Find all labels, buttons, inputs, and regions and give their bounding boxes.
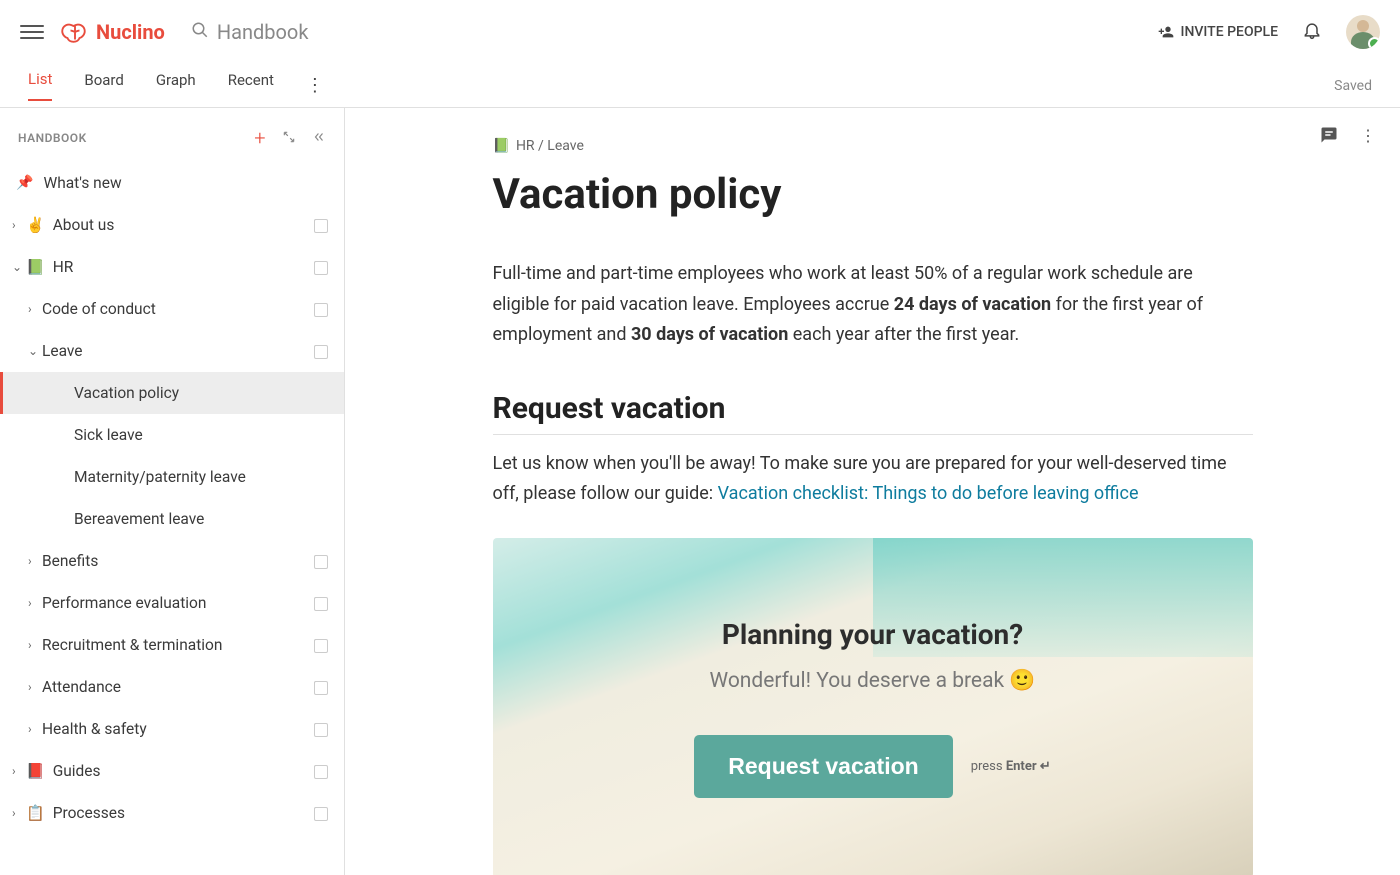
invite-people-button[interactable]: INVITE PEOPLE <box>1158 24 1278 40</box>
stack-icon <box>314 597 326 609</box>
tab-recent[interactable]: Recent <box>228 71 274 100</box>
app-name: Nuclino <box>96 20 165 44</box>
intro-paragraph[interactable]: Full-time and part-time employees who wo… <box>493 259 1253 351</box>
chevron-icon: › <box>12 806 24 820</box>
chevron-icon: › <box>28 722 40 736</box>
sidebar-item-guides[interactable]: ›📕Guides <box>0 750 344 792</box>
more-actions-icon[interactable]: ⋮ <box>1360 126 1376 148</box>
breadcrumb[interactable]: 📗 HR / Leave <box>493 138 1253 154</box>
sidebar: HANDBOOK + 📌What's new›✌️About us⌄📗HR›Co… <box>0 108 345 875</box>
sidebar-item-vacation-policy[interactable]: Vacation policy <box>0 372 344 414</box>
sidebar-item-bereavement-leave[interactable]: Bereavement leave <box>0 498 344 540</box>
tab-more-icon[interactable]: ⋮ <box>306 75 324 96</box>
section-request-vacation[interactable]: Request vacation <box>493 391 1253 435</box>
stack-icon <box>314 303 326 315</box>
sidebar-item-maternity-paternity-leave[interactable]: Maternity/paternity leave <box>0 456 344 498</box>
sidebar-item-attendance[interactable]: ›Attendance <box>0 666 344 708</box>
stack-icon <box>314 261 326 273</box>
collapse-icon[interactable] <box>312 130 326 147</box>
tree-item-label: Attendance <box>42 678 121 696</box>
tree-item-label: Guides <box>53 762 101 780</box>
sidebar-item-performance-evaluation[interactable]: ›Performance evaluation <box>0 582 344 624</box>
user-avatar[interactable] <box>1346 15 1380 49</box>
request-vacation-button[interactable]: Request vacation <box>694 735 952 798</box>
tree-item-label: Bereavement leave <box>74 510 204 528</box>
app-logo[interactable]: Nuclino <box>60 20 165 44</box>
tree-item-label: Leave <box>42 342 83 360</box>
tree-item-label: HR <box>53 258 74 276</box>
tree-item-label: Processes <box>53 804 125 822</box>
tree-item-label: Vacation policy <box>74 384 179 402</box>
tree-item-label: Sick leave <box>74 426 143 444</box>
stack-icon <box>314 639 326 651</box>
page-title[interactable]: Vacation policy <box>493 170 1253 219</box>
chevron-icon: ⌄ <box>12 260 24 274</box>
chevron-icon: › <box>28 554 40 568</box>
tab-board[interactable]: Board <box>84 71 123 100</box>
saved-status: Saved <box>1334 78 1372 94</box>
vacation-checklist-link[interactable]: Vacation checklist: Things to do before … <box>718 483 1139 504</box>
sidebar-item-what-s-new[interactable]: 📌 What's new <box>0 162 344 204</box>
pin-icon: 📌 <box>16 175 33 191</box>
sidebar-item-recruitment-termination[interactable]: ›Recruitment & termination <box>0 624 344 666</box>
tree-item-label: Recruitment & termination <box>42 636 222 654</box>
stack-icon <box>314 723 326 735</box>
enter-hint: press Enter ↵ <box>971 759 1051 774</box>
stack-icon <box>314 807 326 819</box>
stack-icon <box>314 555 326 567</box>
chevron-icon: ⌄ <box>28 344 40 358</box>
invite-icon <box>1158 24 1174 40</box>
tree-item-label: Benefits <box>42 552 98 570</box>
search-icon <box>191 20 209 44</box>
top-bar: Nuclino Handbook INVITE PEOPLE <box>0 0 1400 64</box>
add-item-icon[interactable]: + <box>254 126 266 150</box>
stack-icon <box>314 765 326 777</box>
tree-item-label: Performance evaluation <box>42 594 206 612</box>
stack-icon <box>314 345 326 357</box>
tree-item-label: Maternity/paternity leave <box>74 468 246 486</box>
expand-icon[interactable] <box>282 130 296 147</box>
chevron-icon: › <box>28 680 40 694</box>
tree-item-label: What's new <box>43 174 121 192</box>
request-vacation-embed: Planning your vacation? Wonderful! You d… <box>493 538 1253 875</box>
tree-item-label: Code of conduct <box>42 300 156 318</box>
chevron-icon: › <box>12 218 24 232</box>
stack-icon <box>314 681 326 693</box>
notifications-icon[interactable] <box>1302 20 1322 44</box>
sidebar-item-hr[interactable]: ⌄📗HR <box>0 246 344 288</box>
tree-item-label: Health & safety <box>42 720 147 738</box>
content-area: ⋮ 📗 HR / Leave Vacation policy Full-time… <box>345 108 1400 875</box>
stack-icon <box>314 219 326 231</box>
embed-subtext: Wonderful! You deserve a break 🙂 <box>710 669 1036 693</box>
search-area[interactable]: Handbook <box>191 20 309 44</box>
tab-graph[interactable]: Graph <box>156 71 196 100</box>
brain-icon <box>60 20 90 44</box>
chevron-icon: › <box>28 302 40 316</box>
comments-icon[interactable] <box>1320 126 1338 148</box>
sidebar-item-leave[interactable]: ⌄Leave <box>0 330 344 372</box>
search-placeholder: Handbook <box>217 20 309 44</box>
chevron-icon: › <box>28 596 40 610</box>
tab-list[interactable]: List <box>28 70 52 101</box>
hamburger-menu-icon[interactable] <box>20 20 44 44</box>
sidebar-header: HANDBOOK + <box>0 120 344 156</box>
sidebar-item-code-of-conduct[interactable]: ›Code of conduct <box>0 288 344 330</box>
sidebar-item-sick-leave[interactable]: Sick leave <box>0 414 344 456</box>
chevron-icon: › <box>12 764 24 778</box>
embed-heading: Planning your vacation? <box>722 618 1023 651</box>
sidebar-item-health-safety[interactable]: ›Health & safety <box>0 708 344 750</box>
sidebar-item-processes[interactable]: ›📋Processes <box>0 792 344 834</box>
sidebar-item-benefits[interactable]: ›Benefits <box>0 540 344 582</box>
sidebar-item-about-us[interactable]: ›✌️About us <box>0 204 344 246</box>
request-paragraph[interactable]: Let us know when you'll be away! To make… <box>493 449 1253 510</box>
view-tabs: List Board Graph Recent ⋮ Saved <box>0 64 1400 108</box>
chevron-icon: › <box>28 638 40 652</box>
tree-item-label: About us <box>53 216 115 234</box>
